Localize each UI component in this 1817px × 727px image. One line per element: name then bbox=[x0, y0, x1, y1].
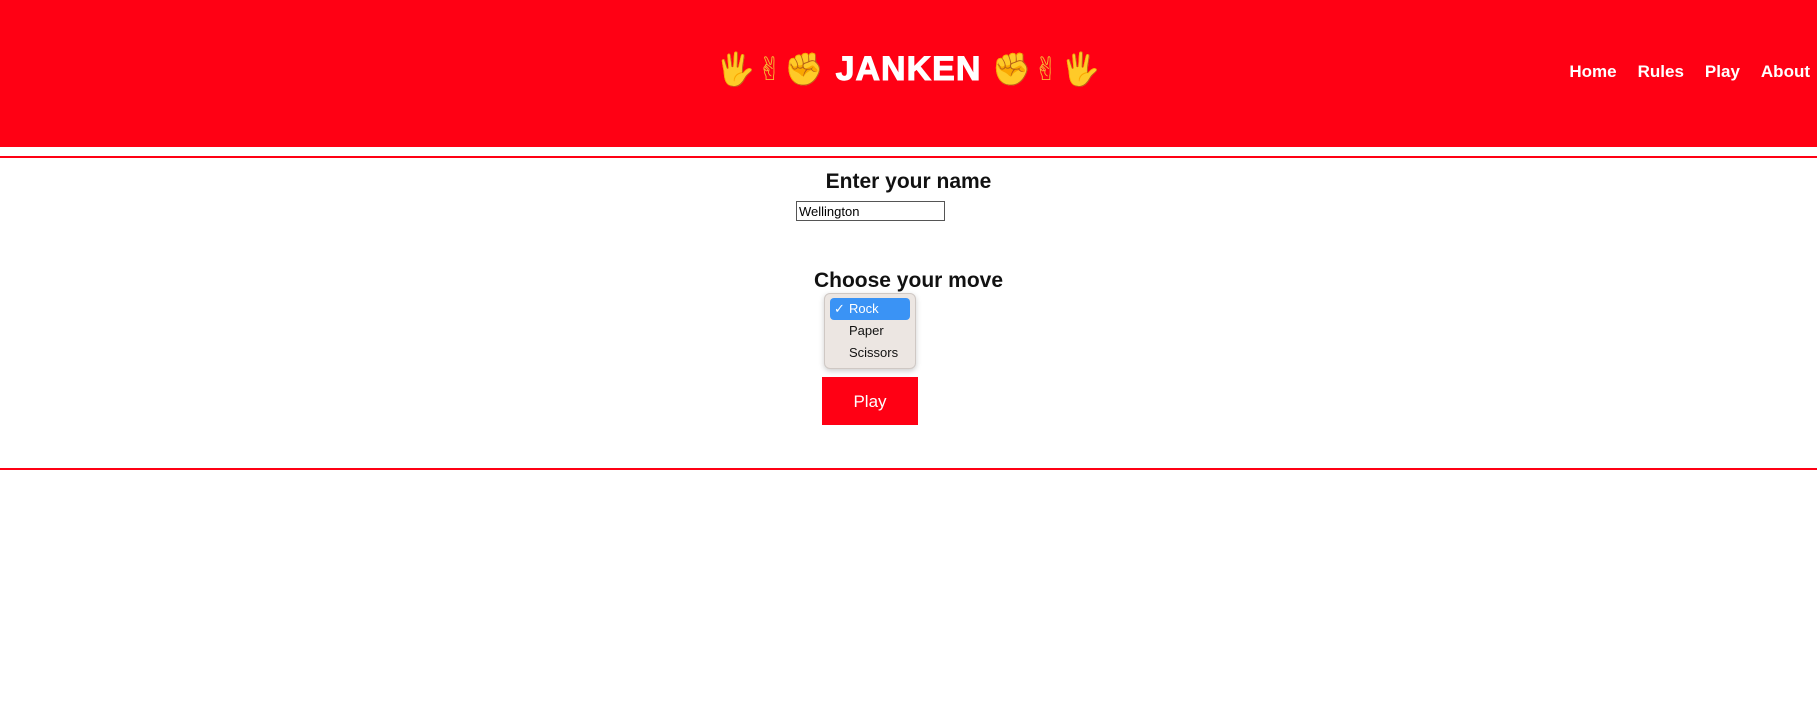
move-option-scissors[interactable]: Scissors bbox=[830, 342, 910, 364]
checkmark-icon: ✓ bbox=[834, 301, 845, 316]
move-select-dropdown[interactable]: ✓ Rock Paper Scissors bbox=[824, 293, 916, 369]
nav-link-home[interactable]: Home bbox=[1555, 62, 1623, 82]
divider-bottom bbox=[0, 468, 1817, 470]
divider-top bbox=[0, 156, 1817, 158]
main-nav: Home Rules Play About bbox=[1555, 62, 1817, 82]
move-option-paper[interactable]: Paper bbox=[830, 320, 910, 342]
play-button[interactable]: Play bbox=[822, 377, 918, 425]
nav-link-about[interactable]: About bbox=[1747, 62, 1817, 82]
hand-signs-right-icon: ✊✌🖐 bbox=[991, 50, 1102, 88]
nav-link-rules[interactable]: Rules bbox=[1624, 62, 1691, 82]
hand-signs-left-icon: 🖐✌✊ bbox=[715, 50, 826, 88]
site-title: 🖐✌✊ JANKEN ✊✌🖐 bbox=[0, 50, 1817, 89]
move-option-rock[interactable]: ✓ Rock bbox=[830, 298, 910, 320]
move-label: Choose your move bbox=[813, 269, 1004, 292]
move-option-label: Paper bbox=[849, 323, 884, 338]
name-label: Enter your name bbox=[825, 170, 992, 193]
move-option-label: Scissors bbox=[849, 345, 899, 360]
header-bar: 🖐✌✊ JANKEN ✊✌🖐 Home Rules Play About bbox=[0, 0, 1817, 147]
move-option-label: Rock bbox=[849, 301, 879, 316]
site-title-text: JANKEN bbox=[835, 50, 982, 89]
name-input[interactable] bbox=[796, 201, 945, 221]
nav-link-play[interactable]: Play bbox=[1691, 62, 1747, 82]
